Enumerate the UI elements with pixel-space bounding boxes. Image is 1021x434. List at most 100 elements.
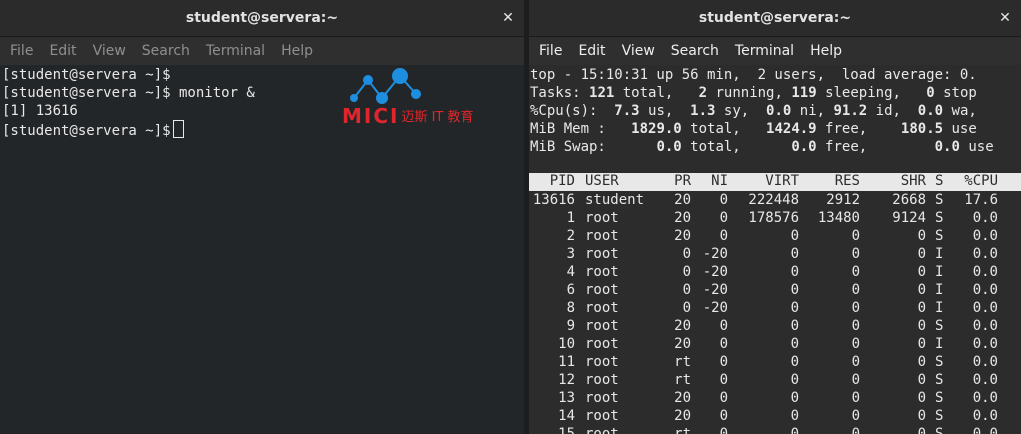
- cell-res: 0: [851, 318, 860, 334]
- cell-ni: 0: [719, 318, 728, 334]
- table-row: 3 root 0 -20 0 0 0 I 0.0: [529, 245, 1021, 263]
- column-header-state: S: [935, 173, 944, 189]
- right-menu-view[interactable]: View: [614, 37, 663, 65]
- cell-user: root: [585, 426, 619, 434]
- cell-res: 0: [851, 390, 860, 406]
- cell-ni: 0: [719, 426, 728, 434]
- cell-res: 0: [851, 408, 860, 424]
- cell-state: I: [935, 246, 944, 262]
- cell-state: S: [935, 228, 944, 244]
- cell-virt: 0: [790, 282, 799, 298]
- cell-pr: 20: [674, 210, 691, 226]
- process-table-header: PID USER PR NI VIRT RES SHR S %CPU: [529, 173, 1021, 191]
- cell-cpu: 0.0: [972, 228, 998, 244]
- cell-virt: 0: [790, 246, 799, 262]
- cell-ni: 0: [719, 228, 728, 244]
- cell-cpu: 0.0: [972, 390, 998, 406]
- cell-ni: -20: [702, 282, 728, 298]
- cell-user: root: [585, 354, 619, 370]
- mici-watermark-logo: MICI 迈斯 IT 教育: [340, 68, 520, 132]
- cell-ni: 0: [719, 372, 728, 388]
- cell-cpu: 0.0: [972, 408, 998, 424]
- right-menu-help[interactable]: Help: [802, 37, 850, 65]
- left-close-button[interactable]: ✕: [496, 6, 520, 30]
- column-header-shr: SHR: [900, 173, 926, 189]
- cell-virt: 0: [790, 318, 799, 334]
- cell-res: 0: [851, 246, 860, 262]
- cell-pr: 20: [674, 408, 691, 424]
- cell-shr: 0: [917, 426, 926, 434]
- right-menu-search[interactable]: Search: [663, 37, 727, 65]
- cell-pid: 8: [566, 300, 575, 316]
- right-menu-edit[interactable]: Edit: [570, 37, 613, 65]
- cell-pr: rt: [674, 426, 691, 434]
- cell-cpu: 0.0: [972, 318, 998, 334]
- cell-user: root: [585, 228, 619, 244]
- left-titlebar[interactable]: student@servera:~ ✕: [0, 0, 524, 37]
- table-row: 13616 student 20 0 222448 2912 2668 S 17.6: [529, 191, 1021, 209]
- cell-cpu: 0.0: [972, 210, 998, 226]
- cell-state: I: [935, 282, 944, 298]
- table-row: 11 root rt 0 0 0 0 S 0.0: [529, 353, 1021, 371]
- right-titlebar[interactable]: student@servera:~ ✕: [529, 0, 1021, 37]
- cell-user: root: [585, 390, 619, 406]
- right-menu-file[interactable]: File: [531, 37, 570, 65]
- cell-cpu: 0.0: [972, 426, 998, 434]
- cell-cpu: 0.0: [972, 246, 998, 262]
- cell-pid: 10: [558, 336, 575, 352]
- cell-shr: 9124: [892, 210, 926, 226]
- top-output-area[interactable]: top - 15:10:31 up 56 min, 2 users, load …: [529, 65, 1021, 434]
- watermark-brand: MICI: [342, 104, 400, 128]
- terminal-line: [student@servera ~]$: [2, 67, 171, 83]
- column-header-user: USER: [585, 173, 619, 189]
- table-row: 9 root 20 0 0 0 0 S 0.0: [529, 317, 1021, 335]
- cell-state: S: [935, 408, 944, 424]
- cell-pr: rt: [674, 354, 691, 370]
- cell-res: 2912: [826, 192, 860, 208]
- cell-cpu: 0.0: [972, 264, 998, 280]
- left-terminal-window: student@servera:~ ✕ File Edit View Searc…: [0, 0, 524, 434]
- left-terminal-area[interactable]: [student@servera ~]$ [student@servera ~]…: [0, 65, 524, 434]
- cell-pr: 0: [682, 300, 691, 316]
- right-menu-terminal[interactable]: Terminal: [727, 37, 802, 65]
- cell-ni: 0: [719, 354, 728, 370]
- cell-pr: 20: [674, 336, 691, 352]
- left-menu-help[interactable]: Help: [273, 37, 321, 65]
- cell-cpu: 0.0: [972, 300, 998, 316]
- right-close-button[interactable]: ✕: [993, 6, 1017, 30]
- cell-user: root: [585, 210, 619, 226]
- table-row: 4 root 0 -20 0 0 0 I 0.0: [529, 263, 1021, 281]
- cell-shr: 0: [917, 354, 926, 370]
- column-header-ni: NI: [711, 173, 728, 189]
- table-row: 12 root rt 0 0 0 0 S 0.0: [529, 371, 1021, 389]
- cell-user: root: [585, 372, 619, 388]
- cell-pid: 12: [558, 372, 575, 388]
- cell-state: S: [935, 210, 944, 226]
- left-menu-search[interactable]: Search: [134, 37, 198, 65]
- cell-pid: 11: [558, 354, 575, 370]
- cell-pr: rt: [674, 372, 691, 388]
- cell-virt: 0: [790, 336, 799, 352]
- terminal-line: [1] 13616: [2, 103, 78, 119]
- left-window-title: student@servera:~: [185, 10, 339, 26]
- prompt-text: [student@servera ~]$: [2, 123, 171, 139]
- cell-pr: 20: [674, 390, 691, 406]
- table-row: 1 root 20 0 178576 13480 9124 S 0.0: [529, 209, 1021, 227]
- cell-pid: 2: [566, 228, 575, 244]
- left-menu-terminal[interactable]: Terminal: [198, 37, 273, 65]
- column-header-res: RES: [834, 173, 860, 189]
- cell-state: I: [935, 264, 944, 280]
- table-row: 2 root 20 0 0 0 0 S 0.0: [529, 227, 1021, 245]
- left-menu-file[interactable]: File: [2, 37, 41, 65]
- left-menu-view[interactable]: View: [85, 37, 134, 65]
- cell-user: root: [585, 264, 619, 280]
- cell-pr: 0: [682, 264, 691, 280]
- cell-cpu: 0.0: [972, 354, 998, 370]
- cell-shr: 0: [917, 318, 926, 334]
- cell-ni: -20: [702, 246, 728, 262]
- left-menu-edit[interactable]: Edit: [41, 37, 84, 65]
- cell-res: 0: [851, 228, 860, 244]
- right-terminal-window: student@servera:~ ✕ File Edit View Searc…: [529, 0, 1021, 434]
- cell-virt: 0: [790, 264, 799, 280]
- cell-user: root: [585, 318, 619, 334]
